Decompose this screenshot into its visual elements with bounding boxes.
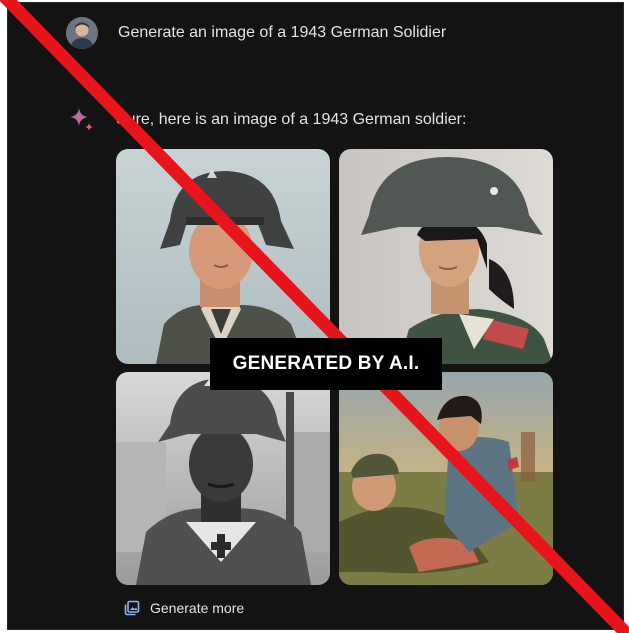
generated-image-3[interactable] xyxy=(116,372,330,585)
user-prompt-row: Generate an image of a 1943 German Solid… xyxy=(66,13,446,53)
sparkle-icon xyxy=(70,108,93,131)
images-icon xyxy=(124,600,140,616)
avatar-icon xyxy=(66,17,98,49)
generated-image-1[interactable] xyxy=(116,149,330,364)
generated-by-ai-banner: GENERATED BY A.I. xyxy=(210,338,442,390)
assistant-reply-text: Sure, here is an image of a 1943 German … xyxy=(116,111,467,128)
generate-more-label: Generate more xyxy=(150,600,245,616)
user-prompt-text: Generate an image of a 1943 German Solid… xyxy=(118,24,447,41)
generated-image-2[interactable] xyxy=(339,149,553,364)
generate-more-button[interactable]: Generate more xyxy=(124,600,244,616)
generated-image-4[interactable] xyxy=(339,372,553,585)
chat-window: Generate an image of a 1943 German Solid… xyxy=(7,2,624,630)
user-avatar[interactable] xyxy=(66,17,98,49)
